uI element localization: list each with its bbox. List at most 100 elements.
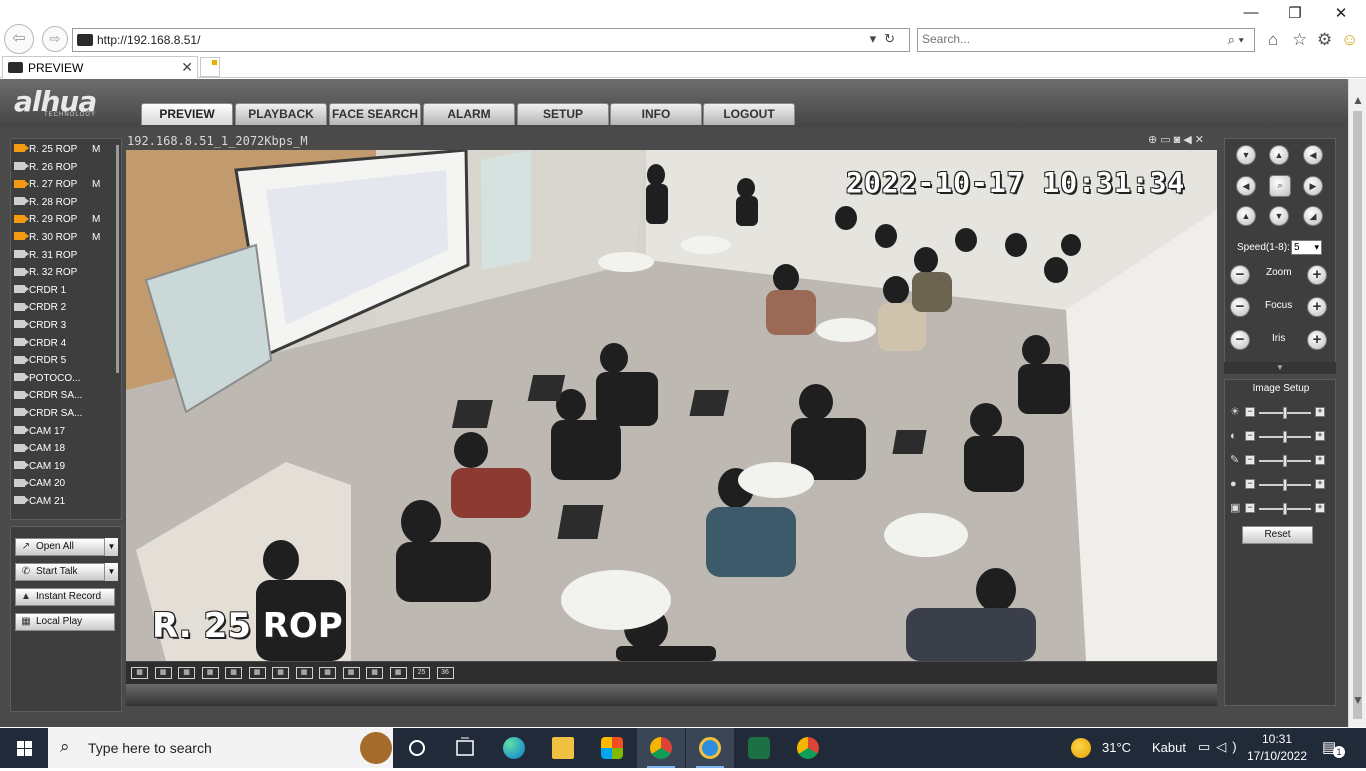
scroll-up-icon[interactable]: ▲	[1352, 93, 1364, 107]
search-icon[interactable]: ⌕ ▾	[1228, 32, 1244, 48]
decrease-button[interactable]: −	[1245, 479, 1255, 489]
task-view-button[interactable]	[441, 728, 489, 768]
open-all-dropdown[interactable]: ▼	[104, 538, 118, 556]
camera-item[interactable]: CRDR SA...	[14, 388, 114, 404]
camera-item[interactable]: CRDR SA...	[14, 406, 114, 422]
close-tab-icon[interactable]: ✕	[181, 59, 193, 76]
camera-item[interactable]: CRDR 1	[14, 283, 114, 299]
camera-item[interactable]: POTOCO...	[14, 371, 114, 387]
ptz-3d-position-button[interactable]: ⌕	[1269, 175, 1291, 197]
ptz-left-button[interactable]: ◀	[1236, 176, 1256, 196]
notification-center-button[interactable]: ▤ 1	[1322, 738, 1345, 758]
chrome-profile-app[interactable]	[637, 728, 685, 768]
layout-button[interactable]: ▦	[366, 667, 383, 679]
layout-button[interactable]: ▦	[295, 667, 313, 679]
iris-open-button[interactable]: +	[1307, 330, 1327, 350]
decrease-button[interactable]: −	[1245, 407, 1255, 417]
layout-button[interactable]: ▦	[131, 667, 148, 679]
ptz-right-button[interactable]: ▶	[1303, 176, 1323, 196]
close-window-button[interactable]: ✕	[1326, 4, 1356, 24]
start-button[interactable]	[0, 728, 48, 768]
tab-info[interactable]: INFO	[610, 103, 702, 125]
camera-item[interactable]: R. 32 ROP	[14, 265, 114, 281]
layout-button[interactable]: 25	[413, 667, 430, 679]
camera-item[interactable]: CRDR 5	[14, 353, 114, 369]
weather-widget[interactable]: 31°C Kabut	[1068, 728, 1186, 768]
new-tab-button[interactable]	[200, 57, 220, 77]
camera-item[interactable]: R. 29 ROP M	[14, 212, 114, 228]
camera-item[interactable]: R. 26 ROP	[14, 160, 114, 176]
camera-list-scrollbar[interactable]	[116, 145, 119, 373]
camera-item[interactable]: R. 30 ROP M	[14, 230, 114, 246]
settings-gear-icon[interactable]: ⚙	[1317, 30, 1332, 50]
tab-logout[interactable]: LOGOUT	[703, 103, 795, 125]
page-scrollbar[interactable]: ▲ ▼	[1348, 79, 1366, 727]
tab-playback[interactable]: PLAYBACK	[235, 103, 327, 125]
file-explorer-app[interactable]	[539, 728, 587, 768]
increase-button[interactable]: +	[1315, 455, 1325, 465]
slider-knob[interactable]	[1283, 455, 1287, 467]
restore-button[interactable]: ❐	[1280, 4, 1310, 24]
increase-button[interactable]: +	[1315, 479, 1325, 489]
slider-knob[interactable]	[1283, 407, 1287, 419]
camera-item[interactable]: CAM 19	[14, 459, 114, 475]
instant-record-button[interactable]: ▲ Instant Record	[15, 588, 115, 606]
camera-item[interactable]: R. 28 ROP	[14, 195, 114, 211]
edge-app[interactable]	[490, 728, 538, 768]
tab-face-search[interactable]: FACE SEARCH	[329, 103, 421, 125]
camera-item[interactable]: R. 27 ROP M	[14, 177, 114, 193]
layout-button[interactable]: 36	[436, 667, 454, 679]
layout-button[interactable]: ▦	[178, 667, 195, 679]
tab-setup[interactable]: SETUP	[517, 103, 609, 125]
home-icon[interactable]: ⌂	[1268, 30, 1278, 50]
decrease-button[interactable]: −	[1245, 431, 1255, 441]
back-button[interactable]: ⇦	[4, 24, 34, 54]
increase-button[interactable]: +	[1315, 503, 1325, 513]
open-all-button[interactable]: ↗ Open All ▼	[15, 538, 118, 556]
local-play-button[interactable]: ▦ Local Play	[15, 613, 115, 631]
decrease-button[interactable]: −	[1245, 455, 1255, 465]
zoom-in-button[interactable]: +	[1307, 265, 1327, 285]
ptz-down-left-button[interactable]: ▲	[1236, 206, 1256, 226]
camera-item[interactable]: CRDR 4	[14, 336, 114, 352]
layout-button[interactable]: ▦	[389, 667, 407, 679]
close-video-icon[interactable]: ✕	[1195, 134, 1207, 146]
ptz-up-right-button[interactable]: ◀	[1303, 145, 1323, 165]
camera-item[interactable]: R. 25 ROP M	[14, 142, 114, 158]
browser-tab-preview[interactable]: PREVIEW ✕	[2, 56, 198, 78]
camera-item[interactable]: CAM 17	[14, 424, 114, 440]
increase-button[interactable]: +	[1315, 407, 1325, 417]
ptz-up-button[interactable]: ▲	[1269, 145, 1289, 165]
store-app[interactable]	[588, 728, 636, 768]
network-icon[interactable]: ▭	[1198, 739, 1216, 754]
feedback-smiley-icon[interactable]: ☺	[1341, 30, 1358, 50]
ptz-down-right-button[interactable]: ◢	[1303, 206, 1323, 226]
ptz-down-button[interactable]: ▼	[1269, 206, 1289, 226]
start-talk-dropdown[interactable]: ▼	[104, 563, 118, 581]
speed-select[interactable]: 5	[1291, 240, 1322, 255]
taskbar-clock[interactable]: 10:31 17/10/2022	[1245, 731, 1309, 765]
layout-button[interactable]: ▦	[319, 667, 336, 679]
iris-close-button[interactable]: −	[1230, 330, 1250, 350]
layout-button[interactable]: ▦	[225, 667, 242, 679]
camera-item[interactable]: CAM 18	[14, 441, 114, 457]
start-talk-button[interactable]: ✆ Start Talk ▼	[15, 563, 118, 581]
reset-button[interactable]: Reset	[1242, 526, 1313, 544]
layout-button[interactable]: ▦	[154, 667, 172, 679]
camera-item[interactable]: R. 31 ROP	[14, 248, 114, 264]
audio-icon[interactable]: ◀	[1183, 134, 1194, 146]
ptz-up-left-button[interactable]: ▼	[1236, 145, 1256, 165]
excel-app[interactable]	[735, 728, 783, 768]
tab-alarm[interactable]: ALARM	[423, 103, 515, 125]
slider-knob[interactable]	[1283, 479, 1287, 491]
cortana-button[interactable]	[393, 728, 441, 768]
browser-search-input[interactable]	[922, 32, 1202, 46]
taskbar-search-box[interactable]: ⌕ Type here to search	[48, 728, 393, 768]
camera-item[interactable]: CRDR 2	[14, 300, 114, 316]
focus-far-button[interactable]: −	[1230, 297, 1250, 317]
zoom-out-button[interactable]: −	[1230, 265, 1250, 285]
snapshot-icon[interactable]: ◙	[1174, 134, 1184, 146]
scroll-down-icon[interactable]: ▼	[1352, 693, 1364, 707]
tab-preview[interactable]: PREVIEW	[141, 103, 233, 125]
chrome-app[interactable]	[784, 728, 832, 768]
